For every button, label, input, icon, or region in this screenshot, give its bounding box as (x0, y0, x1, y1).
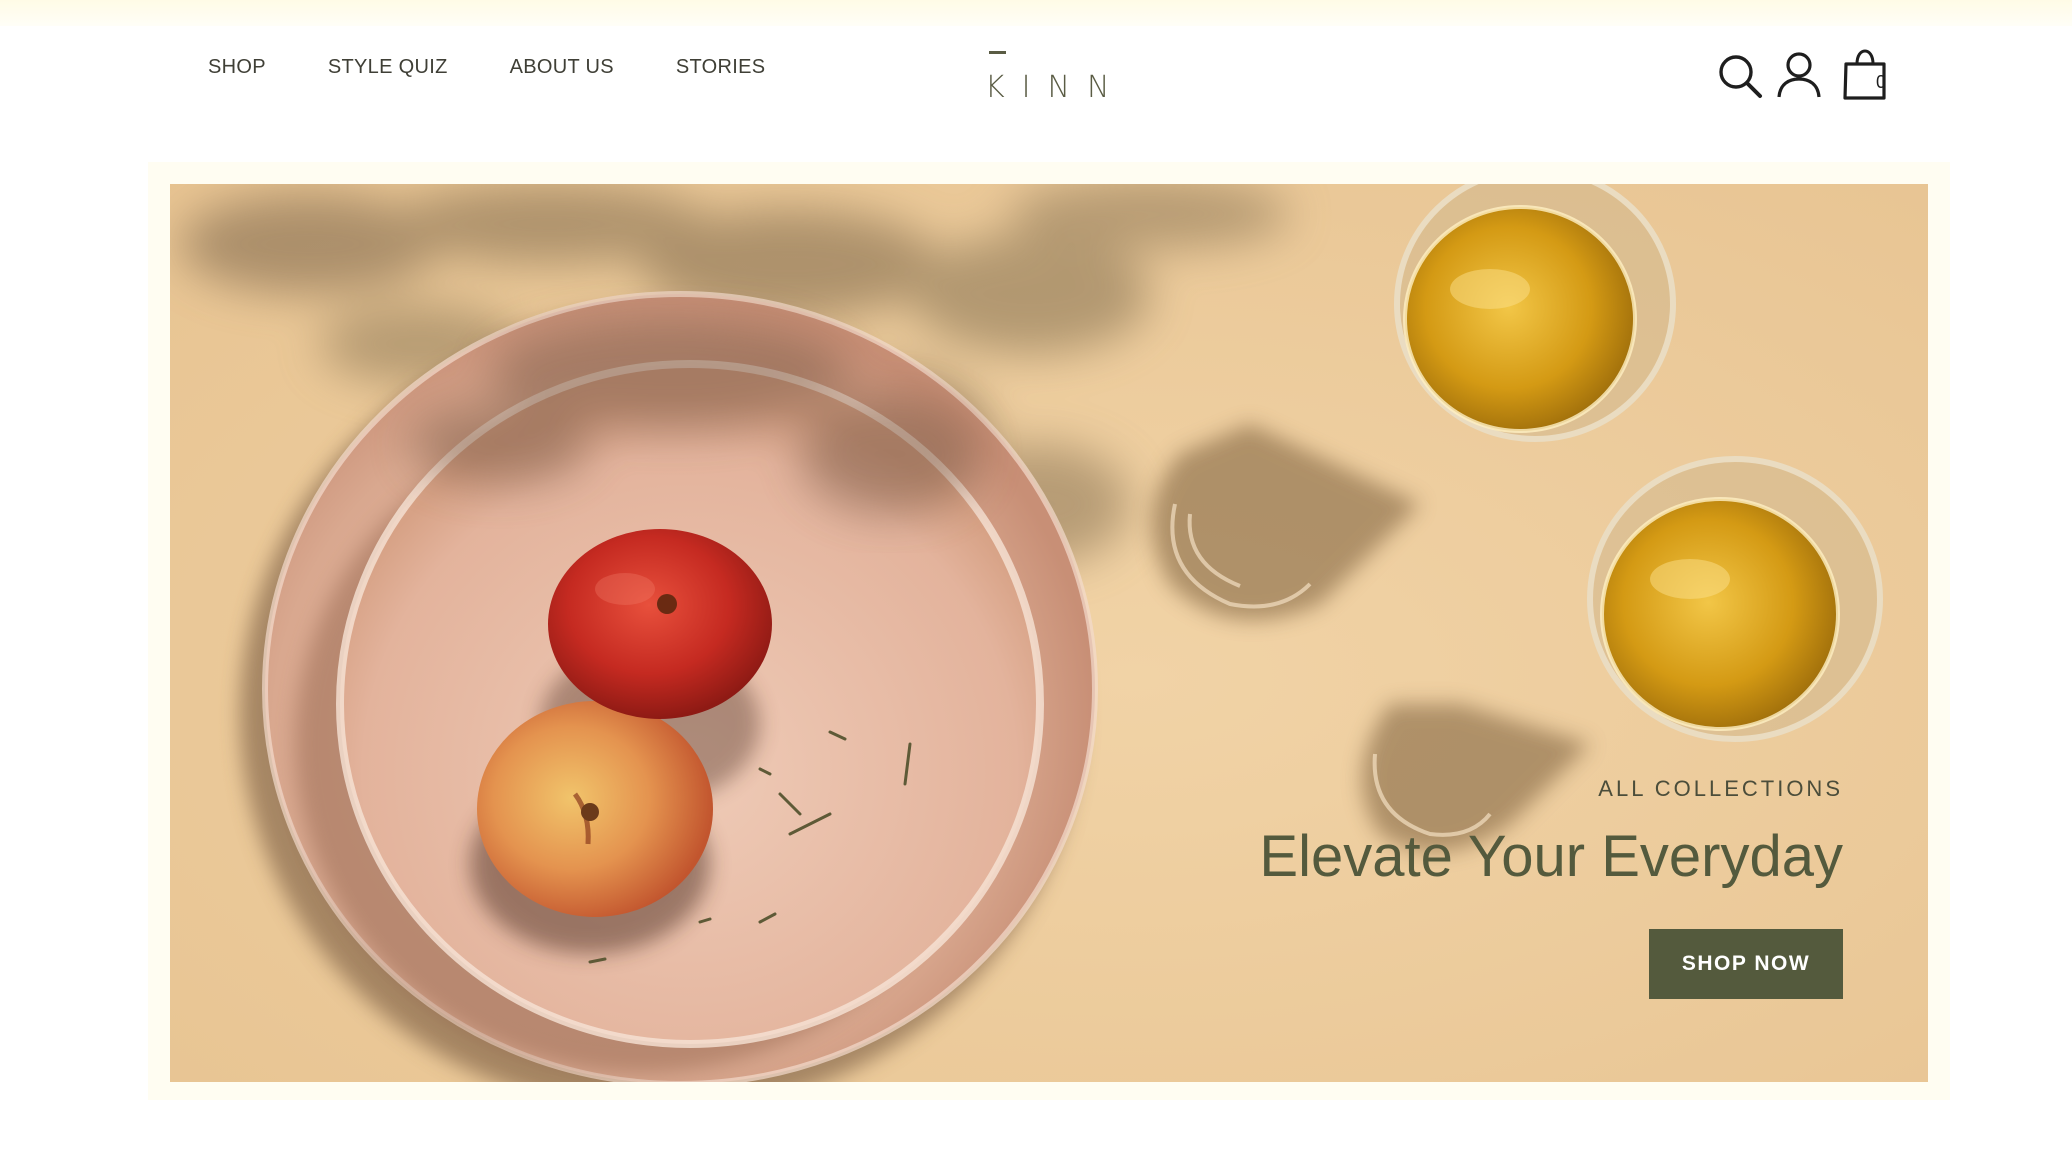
nav-item-stories[interactable]: STORIES (676, 54, 766, 80)
announcement-strip (0, 0, 2072, 26)
nav-item-style-quiz[interactable]: STYLE QUIZ (328, 54, 448, 80)
brand-logo[interactable]: KINN (985, 70, 1126, 106)
user-icon[interactable] (1774, 50, 1824, 100)
hero-banner: ALL COLLECTIONS Elevate Your Everyday SH… (170, 184, 1928, 1082)
nav-item-about-us[interactable]: ABOUT US (510, 54, 614, 80)
shop-now-button[interactable]: SHOP NOW (1649, 929, 1843, 999)
logo-macron (989, 51, 1006, 54)
main-nav: SHOP STYLE QUIZ ABOUT US STORIES (208, 54, 827, 80)
search-icon[interactable] (1716, 52, 1766, 102)
hero-eyebrow: ALL COLLECTIONS (1598, 776, 1843, 801)
site-header: SHOP STYLE QUIZ ABOUT US STORIES KINN 0 (0, 26, 2072, 136)
nav-item-shop[interactable]: SHOP (208, 54, 266, 80)
hero-title: Elevate Your Everyday (1259, 824, 1843, 889)
cart-count-badge: 0 (1876, 72, 1887, 92)
